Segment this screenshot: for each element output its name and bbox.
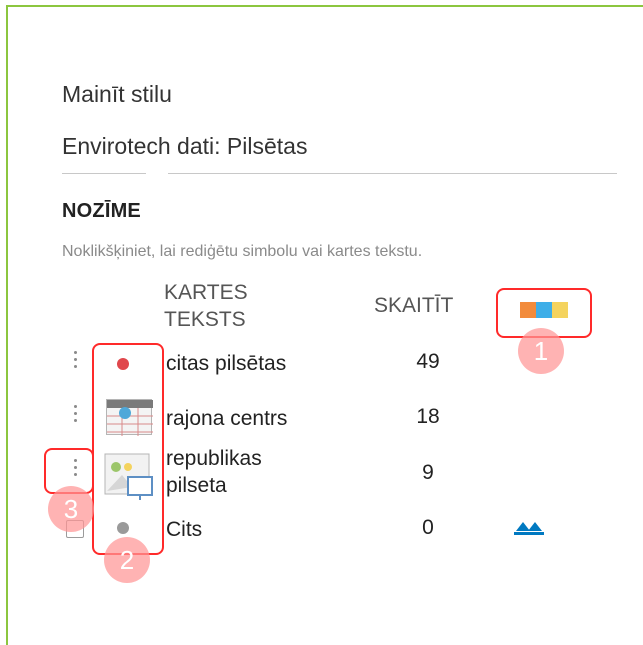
row-label[interactable]: citas pilsētas — [166, 350, 286, 377]
row-label[interactable]: republikas pilseta — [166, 445, 262, 499]
row-label-line1: republikas — [166, 447, 262, 470]
palette-swatch-yellow — [552, 302, 568, 318]
sort-arrows-icon[interactable] — [514, 519, 550, 537]
color-ramp-icon — [520, 302, 568, 318]
divider-gap — [146, 171, 168, 175]
palette-swatch-blue — [536, 302, 552, 318]
row-count: 18 — [416, 405, 440, 428]
column-header-label-line1: KARTES — [164, 281, 248, 304]
column-header-label: KARTES TEKSTS — [164, 279, 304, 333]
drag-handle-icon[interactable] — [70, 351, 80, 368]
row-label[interactable]: rajona centrs — [166, 405, 287, 432]
column-header-count: SKAITĪT — [374, 294, 454, 317]
row-label[interactable]: Cits — [166, 516, 202, 543]
row-count: 9 — [422, 461, 434, 484]
change-style-panel: Mainīt stilu Envirotech dati: Pilsētas N… — [6, 5, 643, 645]
annotation-badge-3: 3 — [48, 486, 94, 532]
layer-name: Envirotech dati: Pilsētas — [62, 133, 308, 159]
column-header-label-line2: TEKSTS — [164, 308, 246, 331]
annotation-box-symbols — [92, 343, 164, 555]
hint-text: Noklikšķiniet, lai rediģētu simbolu vai … — [62, 243, 423, 260]
row-count: 49 — [416, 350, 440, 373]
row-count: 0 — [422, 516, 434, 539]
row-label-line2: pilseta — [166, 474, 227, 497]
drag-handle-icon[interactable] — [70, 405, 80, 422]
annotation-badge-2: 2 — [104, 537, 150, 583]
palette-swatch-orange — [520, 302, 536, 318]
panel-title: Mainīt stilu — [62, 81, 172, 107]
section-heading: NOZĪME — [62, 200, 141, 222]
